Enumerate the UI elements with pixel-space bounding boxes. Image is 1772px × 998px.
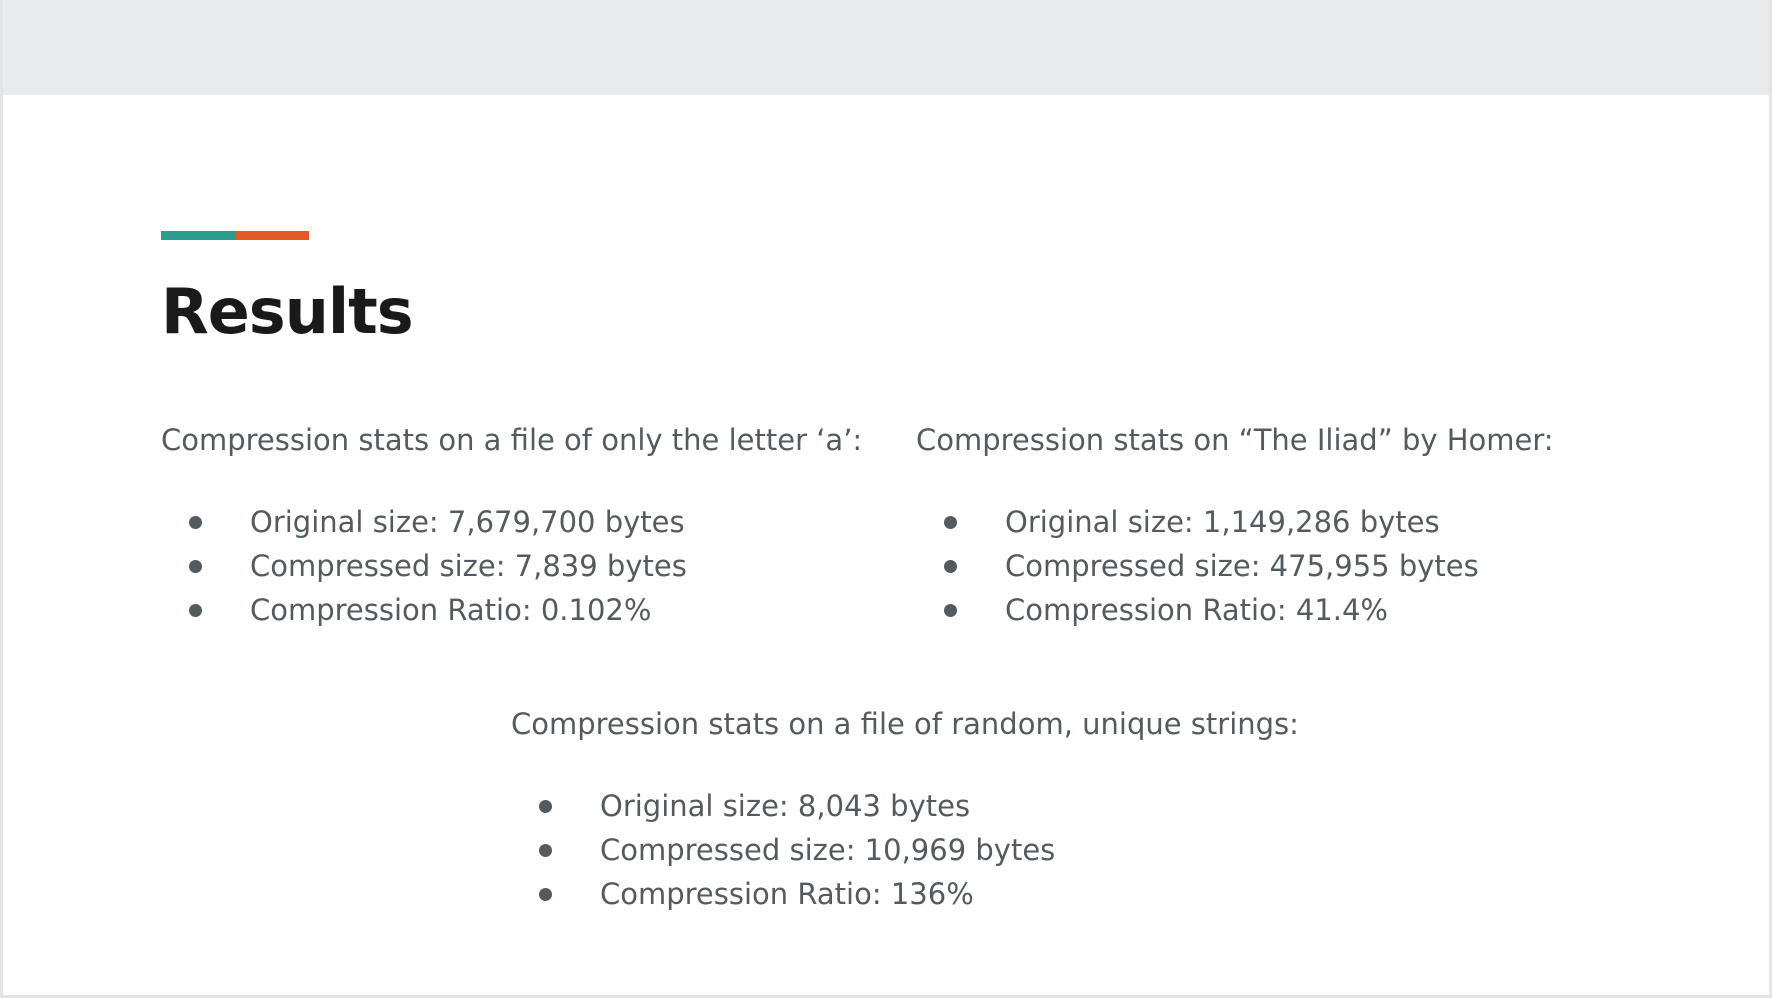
list-item: Compressed size: 475,955 bytes xyxy=(916,544,1554,588)
stats-block-iliad: Compression stats on “The Iliad” by Home… xyxy=(916,420,1554,632)
list-item: Compressed size: 10,969 bytes xyxy=(511,828,1299,872)
title-accent-bar xyxy=(161,231,309,240)
bullet-icon xyxy=(944,604,957,617)
stats-list: Original size: 8,043 bytes Compressed si… xyxy=(511,784,1299,916)
accent-bar-teal xyxy=(161,231,235,240)
bullet-icon xyxy=(189,516,202,529)
list-item: Original size: 8,043 bytes xyxy=(511,784,1299,828)
list-item: Original size: 7,679,700 bytes xyxy=(161,500,862,544)
presentation-viewport: Results Compression stats on a file of o… xyxy=(0,0,1772,998)
stats-heading: Compression stats on a file of only the … xyxy=(161,423,863,457)
stats-list: Original size: 1,149,286 bytes Compresse… xyxy=(916,500,1554,632)
list-item-text: Original size: 7,679,700 bytes xyxy=(250,505,685,539)
list-item-text: Original size: 8,043 bytes xyxy=(600,789,971,823)
bullet-icon xyxy=(944,516,957,529)
bullet-icon xyxy=(539,888,552,901)
list-item-text: Compression Ratio: 0.102% xyxy=(250,593,652,627)
bullet-icon xyxy=(539,800,552,813)
list-item: Compression Ratio: 0.102% xyxy=(161,588,862,632)
slide-title: Results xyxy=(161,275,414,348)
list-item-text: Compressed size: 7,839 bytes xyxy=(250,549,687,583)
list-item: Compression Ratio: 41.4% xyxy=(916,588,1554,632)
stats-heading: Compression stats on a file of random, u… xyxy=(511,707,1299,741)
bullet-icon xyxy=(539,844,552,857)
list-item: Original size: 1,149,286 bytes xyxy=(916,500,1554,544)
bullet-icon xyxy=(189,560,202,573)
stats-heading: Compression stats on “The Iliad” by Home… xyxy=(916,423,1554,457)
accent-bar-orange xyxy=(235,231,309,240)
list-item-text: Compression Ratio: 136% xyxy=(600,877,974,911)
list-item-text: Original size: 1,149,286 bytes xyxy=(1005,505,1440,539)
list-item: Compression Ratio: 136% xyxy=(511,872,1299,916)
stats-list: Original size: 7,679,700 bytes Compresse… xyxy=(161,500,862,632)
list-item: Compressed size: 7,839 bytes xyxy=(161,544,862,588)
list-item-text: Compression Ratio: 41.4% xyxy=(1005,593,1388,627)
list-item-text: Compressed size: 10,969 bytes xyxy=(600,833,1056,867)
stats-block-random-strings: Compression stats on a file of random, u… xyxy=(511,704,1299,916)
bullet-icon xyxy=(189,604,202,617)
top-toolbar-area xyxy=(0,0,1772,95)
bullet-icon xyxy=(944,560,957,573)
stats-block-letter-a: Compression stats on a file of only the … xyxy=(161,420,862,632)
list-item-text: Compressed size: 475,955 bytes xyxy=(1005,549,1479,583)
